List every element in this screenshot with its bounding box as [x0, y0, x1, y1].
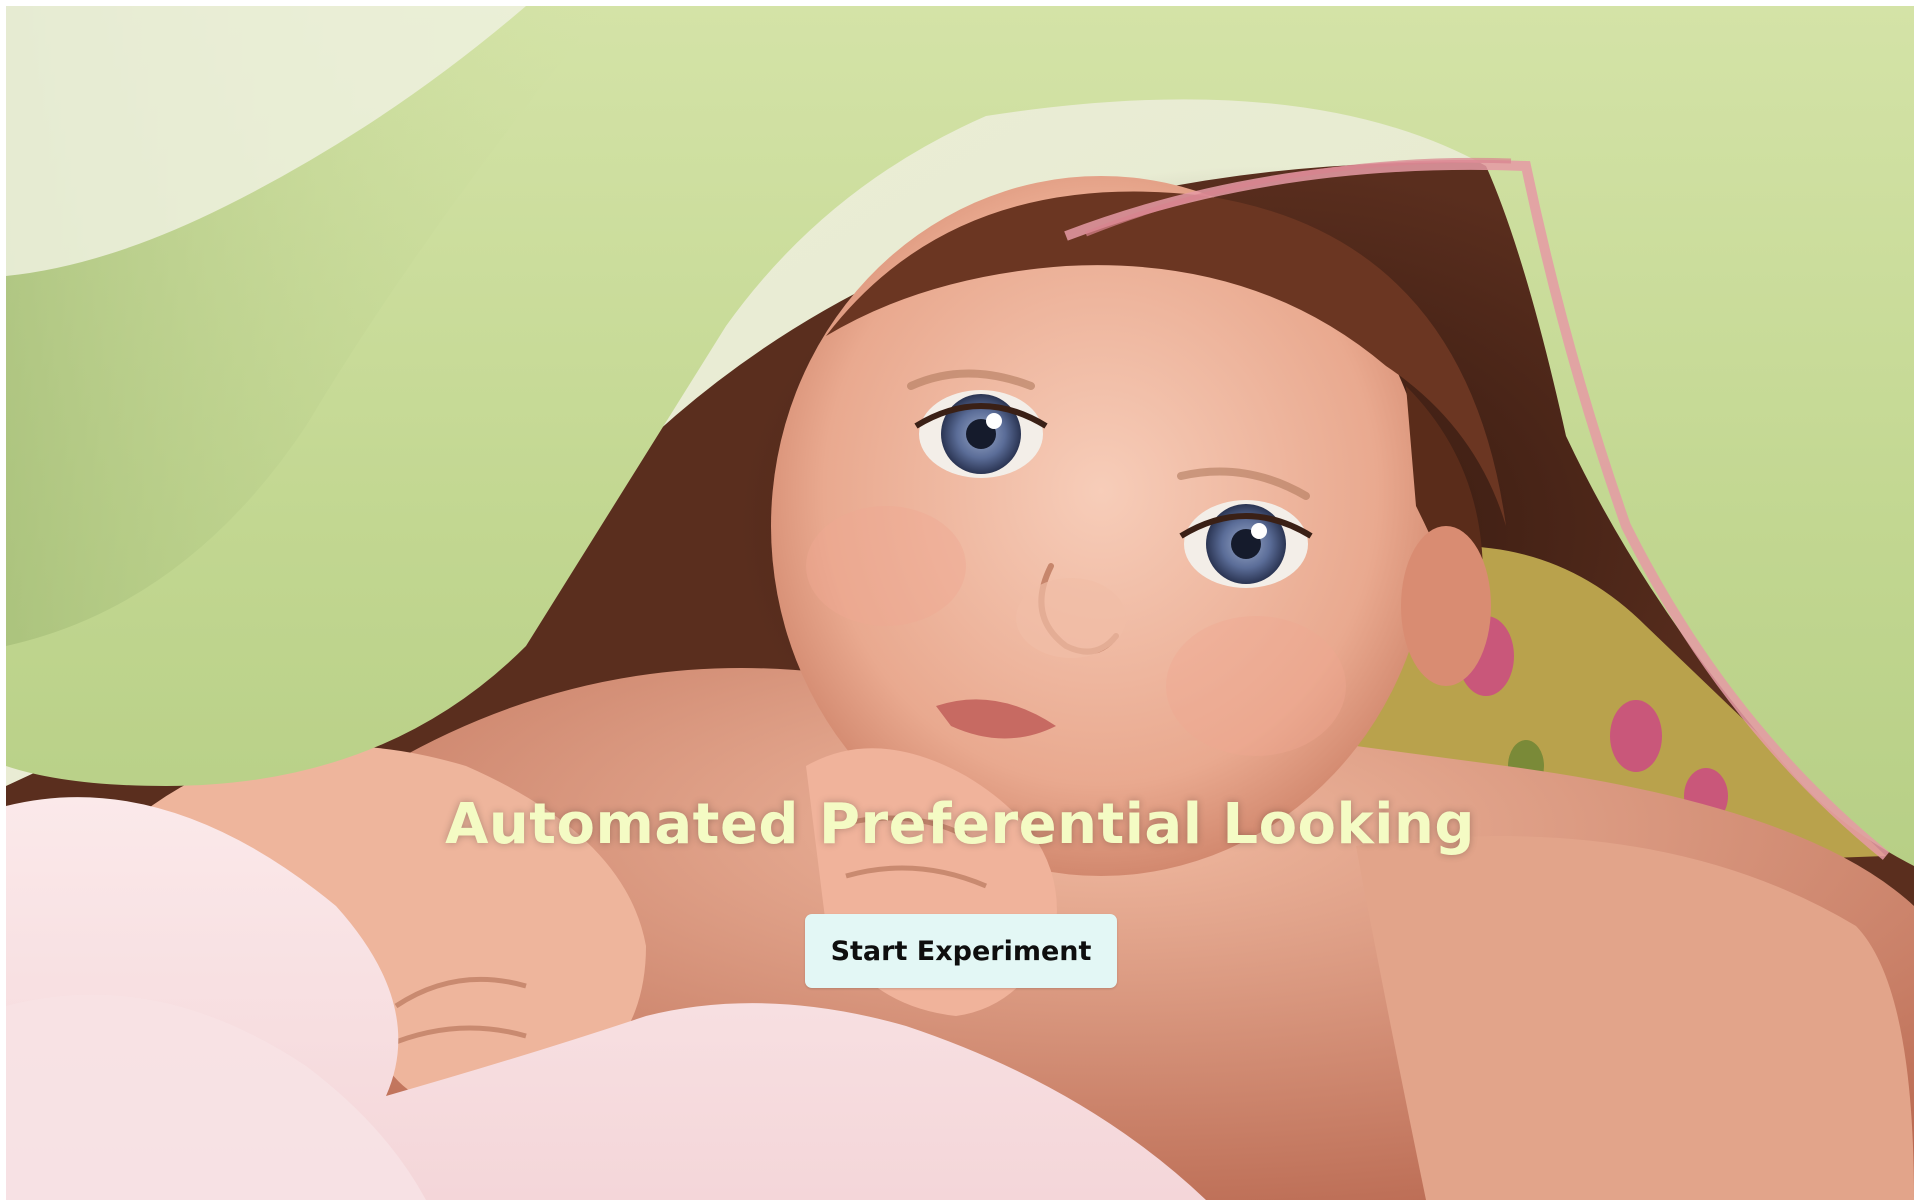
baby-under-blanket-illustration [6, 6, 1914, 1200]
page-title: Automated Preferential Looking [445, 792, 1475, 857]
landing-page: Automated Preferential Looking Start Exp… [0, 0, 1920, 1200]
hero-photo [6, 6, 1914, 1200]
start-experiment-button[interactable]: Start Experiment [805, 914, 1117, 988]
